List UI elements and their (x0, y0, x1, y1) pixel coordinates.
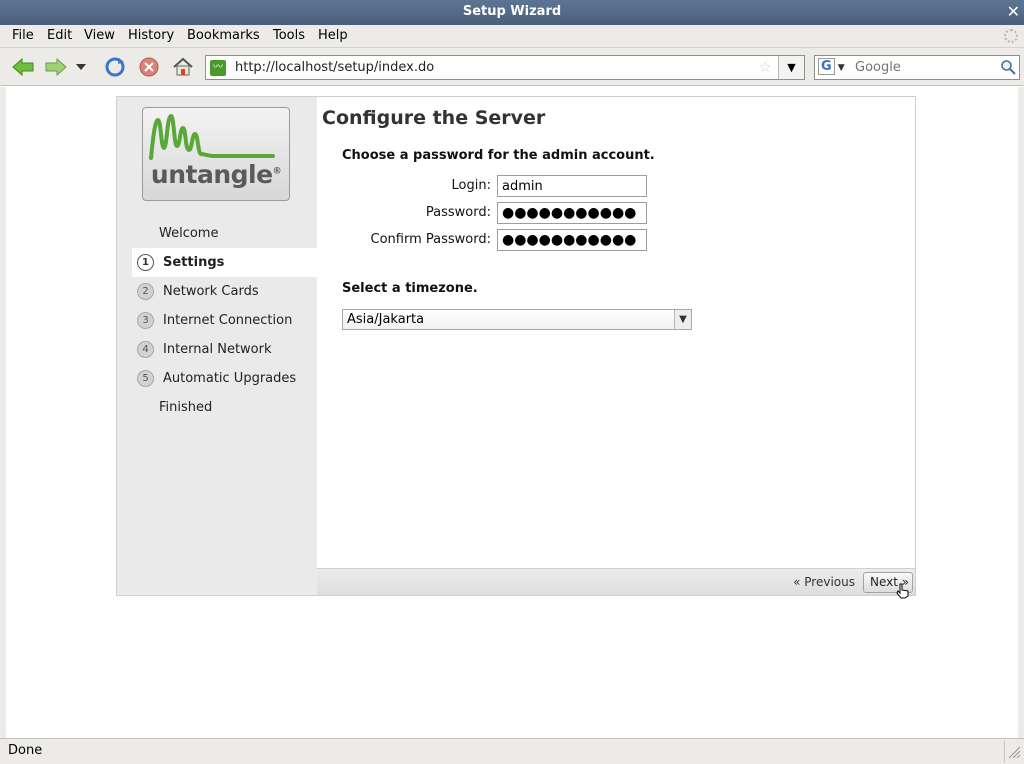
search-engine-icon[interactable]: G ▼ (818, 58, 850, 76)
logo-wordmark: untangle® (150, 160, 282, 189)
step-settings[interactable]: 1 Settings (132, 248, 317, 277)
menu-view[interactable]: View (84, 28, 115, 43)
login-label: Login: (451, 178, 491, 193)
step-number-icon: 1 (137, 254, 154, 271)
timezone-heading: Select a timezone. (342, 281, 478, 296)
previous-button[interactable]: « Previous (793, 575, 855, 589)
window-title: Setup Wizard (462, 4, 562, 19)
step-internet-connection[interactable]: 3 Internet Connection (132, 306, 317, 335)
url-history-dropdown-icon[interactable]: ▼ (778, 56, 804, 79)
bookmark-star-icon[interactable]: ☆ (759, 58, 772, 76)
site-favicon-icon: 〰 (210, 60, 226, 76)
step-number-icon: 5 (137, 370, 154, 387)
password-heading: Choose a password for the admin account. (342, 148, 655, 163)
step-welcome[interactable]: Welcome (132, 219, 317, 248)
setup-wizard: untangle® Welcome 1 Settings 2 Network C… (116, 96, 916, 596)
menu-bookmarks[interactable]: Bookmarks (187, 28, 260, 43)
step-finished[interactable]: Finished (132, 393, 317, 422)
menu-help[interactable]: Help (318, 28, 348, 43)
step-network-cards[interactable]: 2 Network Cards (132, 277, 317, 306)
step-number-icon: 2 (137, 283, 154, 300)
wizard-footer: « Previous Next » (317, 568, 915, 595)
timezone-select[interactable]: Asia/Jakarta ▼ (342, 309, 692, 330)
url-bar[interactable]: 〰 http://localhost/setup/index.do ☆ ▼ (205, 55, 805, 80)
login-field[interactable] (497, 175, 647, 197)
hand-cursor-icon (896, 583, 910, 603)
step-internal-network[interactable]: 4 Internal Network (132, 335, 317, 364)
close-icon[interactable]: ✕ (1007, 2, 1020, 21)
url-text[interactable]: http://localhost/setup/index.do (235, 60, 434, 75)
step-number-icon: 4 (137, 341, 154, 358)
menu-file[interactable]: File (12, 28, 34, 43)
status-bar: Done (0, 738, 1024, 764)
back-arrow-icon[interactable] (10, 55, 36, 79)
menu-edit[interactable]: Edit (47, 28, 72, 43)
resize-grip-icon[interactable] (1004, 741, 1022, 762)
step-automatic-upgrades[interactable]: 5 Automatic Upgrades (132, 364, 317, 393)
timezone-value: Asia/Jakarta (347, 312, 425, 327)
window-titlebar: Setup Wizard ✕ (0, 0, 1024, 25)
stop-icon[interactable] (136, 55, 162, 79)
menu-history[interactable]: History (128, 28, 174, 43)
search-input[interactable] (855, 59, 995, 76)
search-bar[interactable]: G ▼ (814, 55, 1020, 80)
menu-bar: File Edit View History Bookmarks Tools H… (0, 25, 1024, 48)
password-label: Password: (425, 205, 491, 220)
wizard-steps: Welcome 1 Settings 2 Network Cards 3 Int… (132, 219, 317, 422)
settings-panel: Configure the Server Choose a password f… (317, 97, 915, 568)
chevron-down-icon[interactable] (73, 55, 89, 79)
page-title: Configure the Server (322, 107, 546, 129)
home-icon[interactable] (170, 55, 196, 79)
chevron-down-icon[interactable]: ▼ (674, 310, 691, 329)
step-number-icon: 3 (137, 312, 154, 329)
search-icon[interactable] (1000, 59, 1016, 79)
menu-tools[interactable]: Tools (273, 28, 305, 43)
confirm-password-field[interactable] (497, 229, 647, 251)
password-field[interactable] (497, 202, 647, 224)
reload-icon[interactable] (102, 55, 128, 79)
status-text: Done (8, 743, 43, 758)
forward-arrow-icon[interactable] (43, 55, 69, 79)
confirm-password-label: Confirm Password: (370, 232, 491, 247)
throbber-icon (1004, 29, 1018, 43)
untangle-logo: untangle® (142, 107, 290, 201)
